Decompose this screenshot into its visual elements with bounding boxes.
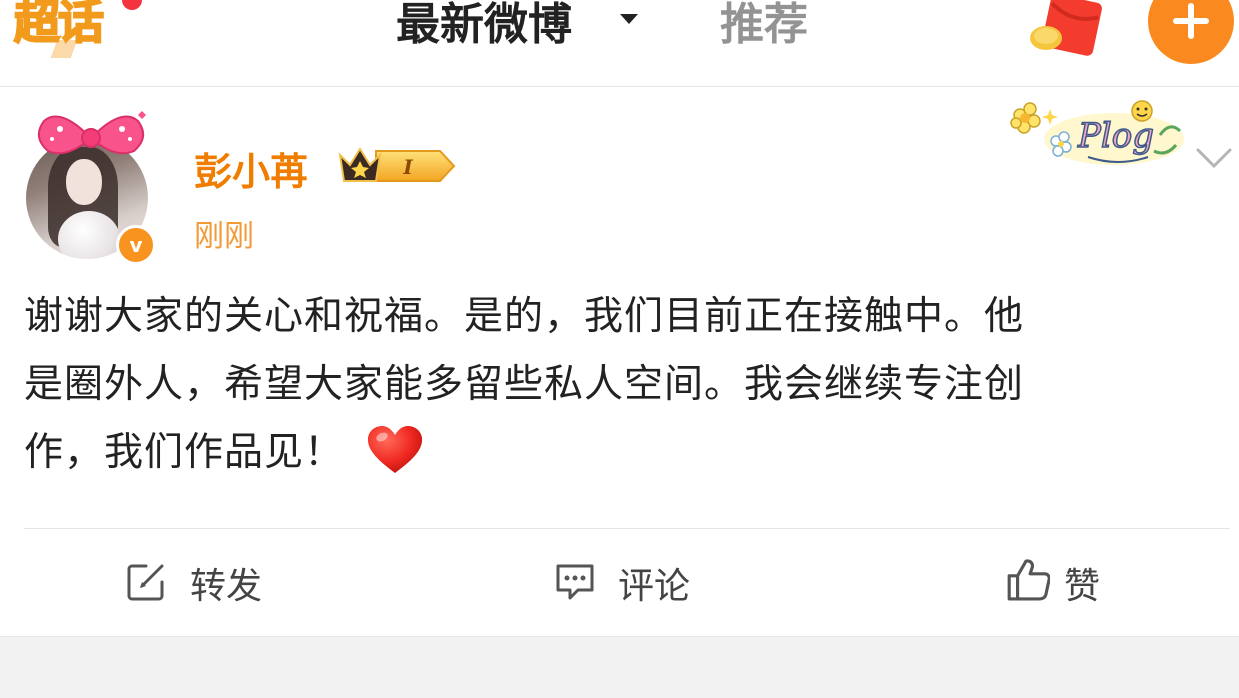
top-nav-bar: 超话 最新微博 推荐 xyxy=(0,0,1239,87)
compose-plus-button[interactable] xyxy=(1148,0,1234,64)
v-verified-icon: v xyxy=(116,225,156,265)
like-button[interactable]: 赞 xyxy=(1000,557,1200,607)
post-text-line: 作，我们作品见！ xyxy=(24,419,1224,487)
supertopic-button[interactable]: 超话 xyxy=(13,0,124,56)
caret-down-icon[interactable] xyxy=(620,14,638,24)
bow-decoration-icon xyxy=(37,111,146,155)
plog-sticker-icon: Plog xyxy=(1010,100,1184,165)
comment-button[interactable]: 评论 xyxy=(554,557,754,607)
author-avatar[interactable]: v xyxy=(22,107,162,265)
author-name[interactable]: 彭小苒 xyxy=(194,141,308,196)
thumbs-up-icon xyxy=(1007,559,1050,601)
post-timestamp: 刚刚 xyxy=(194,219,254,254)
card-divider xyxy=(24,528,1230,529)
repost-edit-icon xyxy=(127,564,164,601)
heart-emoji-icon xyxy=(367,426,423,473)
member-crown-badge-icon[interactable]: I xyxy=(336,143,456,189)
member-badge-level: I xyxy=(402,155,413,179)
weibo-post-card: v 彭小苒 I 刚刚 Plog 谢谢大家的关心和祝福。是的，我们目前正在接触中。… xyxy=(0,87,1239,635)
feed-separator xyxy=(0,636,1239,698)
plog-sticker-text: Plog xyxy=(1077,116,1154,156)
tab-latest-weibo[interactable]: 最新微博 xyxy=(396,0,572,58)
post-body[interactable]: 谢谢大家的关心和祝福。是的，我们目前正在接触中。他 是圈外人，希望大家能多留些私… xyxy=(24,283,1224,487)
chevron-down-icon[interactable] xyxy=(1196,147,1232,169)
post-text-line: 谢谢大家的关心和祝福。是的，我们目前正在接触中。他 xyxy=(24,294,1025,339)
red-packet-icon[interactable] xyxy=(1026,0,1106,56)
comment-label: 评论 xyxy=(618,566,691,607)
tab-recommend[interactable]: 推荐 xyxy=(720,0,808,58)
post-text-line: 是圈外人，希望大家能多留些私人空间。我会继续专注创 xyxy=(24,362,1025,407)
repost-button[interactable]: 转发 xyxy=(126,557,326,607)
repost-label: 转发 xyxy=(190,566,263,607)
like-label: 赞 xyxy=(1064,566,1101,607)
comment-bubble-icon xyxy=(556,564,594,600)
notification-dot xyxy=(122,0,142,10)
